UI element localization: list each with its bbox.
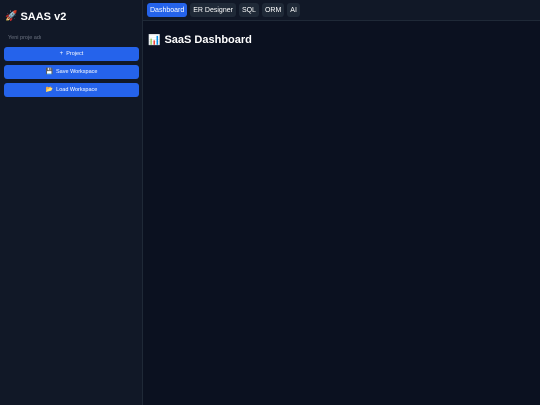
tab-ai[interactable]: AI [287, 3, 300, 17]
sidebar: 🚀 SAAS v2 + Project 💾 Save Workspace 📂 L… [0, 0, 143, 405]
floppy-disk-icon: 💾 [45, 69, 53, 75]
save-workspace-button[interactable]: 💾 Save Workspace [4, 65, 139, 79]
add-project-button[interactable]: + Project [4, 47, 139, 61]
tab-dashboard[interactable]: Dashboard [147, 3, 188, 17]
main-panel: Dashboard ER Designer SQL ORM AI 📊 SaaS … [143, 0, 540, 405]
save-workspace-label: Save Workspace [56, 69, 98, 75]
project-name-input[interactable] [4, 32, 139, 44]
brand-title: SAAS v2 [20, 11, 67, 23]
rocket-icon: 🚀 [5, 11, 18, 22]
load-workspace-button[interactable]: 📂 Load Workspace [4, 83, 139, 97]
folder-open-icon: 📂 [45, 87, 54, 93]
load-workspace-label: Load Workspace [56, 87, 98, 93]
dashboard-content: 📊 SaaS Dashboard [143, 21, 540, 405]
tab-sql[interactable]: SQL [238, 3, 259, 17]
app-window: 🚀 SAAS v2 + Project 💾 Save Workspace 📂 L… [0, 0, 540, 405]
brand: 🚀 SAAS v2 [5, 10, 138, 24]
tab-bar: Dashboard ER Designer SQL ORM AI [143, 0, 540, 21]
plus-icon: + [59, 51, 64, 57]
page-title-text: SaaS Dashboard [164, 34, 252, 46]
bar-chart-icon: 📊 [148, 34, 161, 46]
add-project-label: Project [66, 51, 84, 57]
page-title: 📊 SaaS Dashboard [148, 33, 535, 47]
tab-er-designer[interactable]: ER Designer [190, 3, 236, 17]
tab-orm[interactable]: ORM [261, 3, 285, 17]
